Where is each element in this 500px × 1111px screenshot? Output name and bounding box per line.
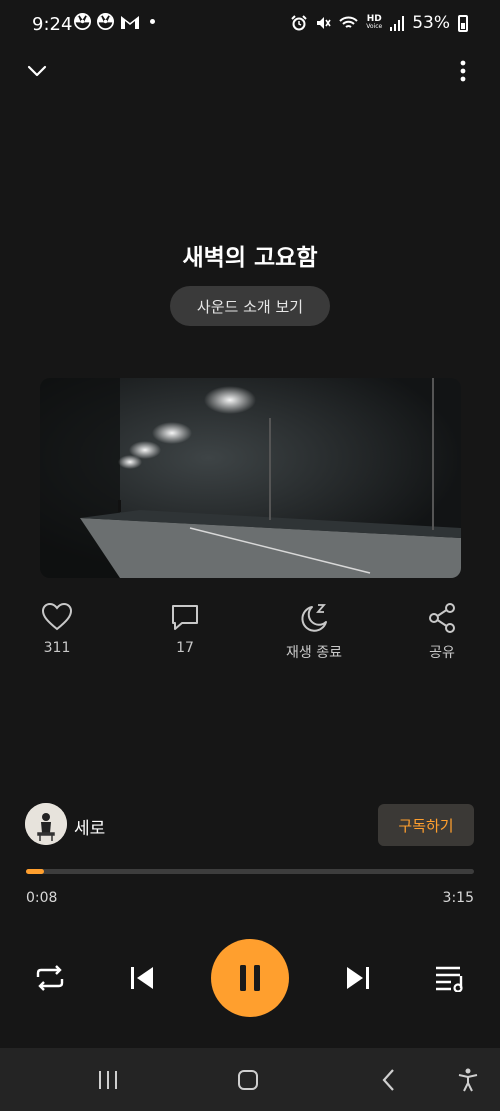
status-time: 9:24 (32, 14, 73, 35)
recent-apps-button[interactable] (92, 1064, 124, 1096)
sleep-timer-button[interactable]: 재생 종료 (264, 602, 364, 662)
like-button[interactable]: 311 (7, 602, 107, 656)
current-time: 0:08 (26, 890, 58, 906)
gmail-icon (121, 15, 139, 29)
repeat-button[interactable] (30, 958, 70, 998)
like-count: 311 (43, 640, 71, 656)
battery-icon (458, 14, 468, 32)
repeat-icon (36, 965, 64, 991)
notification-dot-icon (150, 19, 155, 24)
previous-button[interactable] (122, 958, 162, 998)
progress-fill (26, 869, 45, 874)
accessibility-button[interactable] (452, 1064, 484, 1096)
track-title: 새벽의 고요함 (182, 245, 318, 271)
share-button[interactable]: 공유 (392, 602, 492, 662)
playlist-button[interactable] (430, 958, 470, 998)
wifi-icon (339, 16, 358, 28)
home-button[interactable] (232, 1064, 264, 1096)
pause-button[interactable] (211, 939, 289, 1017)
sleep-timer-label: 재생 종료 (286, 645, 342, 661)
signal-icon (390, 15, 405, 31)
radiation-icon (97, 13, 114, 30)
accessibility-icon (458, 1068, 478, 1092)
skip-previous-icon (131, 967, 153, 989)
back-button[interactable] (372, 1064, 404, 1096)
sound-intro-button[interactable]: 사운드 소개 보기 (170, 286, 330, 326)
subscribe-button[interactable]: 구독하기 (378, 804, 474, 846)
home-icon (238, 1070, 258, 1090)
status-bar: 9:24 HD Voice 53% (0, 0, 500, 48)
share-label: 공유 (429, 645, 455, 661)
total-time: 3:15 (442, 890, 474, 906)
playlist-icon (436, 966, 463, 992)
battery-percent: 53% (412, 13, 450, 33)
sleep-timer-icon (301, 604, 327, 632)
hd-voice-indicator: HD Voice (366, 14, 383, 31)
comment-count: 17 (176, 640, 194, 656)
mute-icon (317, 17, 331, 29)
radiation-icon (74, 13, 91, 30)
progress-bar[interactable] (26, 869, 474, 874)
comment-icon (172, 605, 198, 630)
system-navigation-bar (0, 1048, 500, 1111)
more-options-button[interactable] (450, 58, 476, 84)
more-vertical-icon (460, 60, 466, 82)
comment-button[interactable]: 17 (135, 602, 235, 656)
artist-avatar[interactable] (25, 803, 67, 845)
heart-icon (41, 602, 73, 631)
chevron-down-icon (27, 65, 47, 77)
alarm-icon (291, 15, 307, 31)
recent-apps-icon (99, 1071, 117, 1089)
collapse-button[interactable] (24, 58, 50, 84)
share-icon (429, 603, 455, 633)
back-icon (382, 1069, 394, 1091)
artist-name[interactable]: 세로 (74, 814, 105, 839)
pause-icon (240, 965, 260, 991)
next-button[interactable] (338, 958, 378, 998)
track-artwork (40, 378, 461, 578)
skip-next-icon (347, 967, 369, 989)
